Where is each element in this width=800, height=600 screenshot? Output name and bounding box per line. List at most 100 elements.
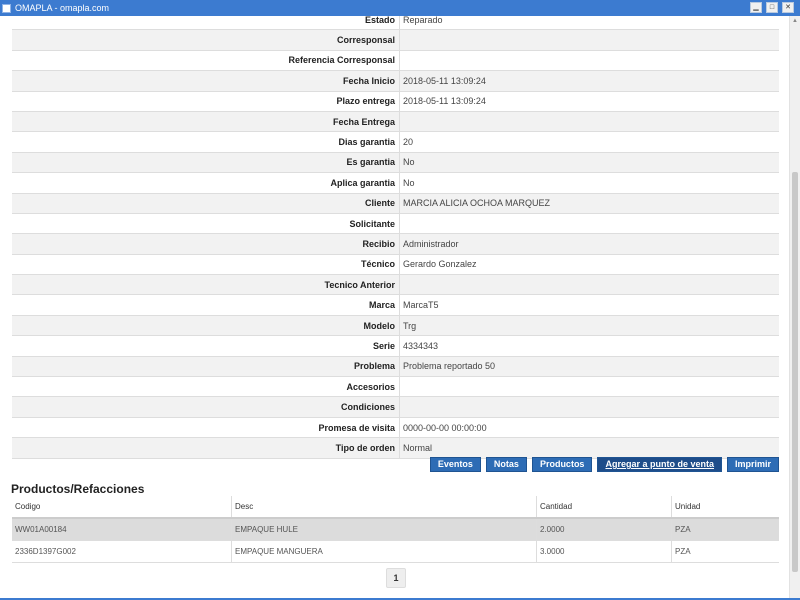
detail-row-problema: Problema Problema reportado 50	[12, 356, 779, 378]
notas-button[interactable]: Notas	[485, 457, 527, 472]
detail-value: Problema reportado 50	[399, 356, 779, 378]
detail-row-tecnico-anterior: Tecnico Anterior	[12, 274, 779, 296]
detail-value	[399, 376, 779, 398]
detail-row-fecha-inicio: Fecha Inicio 2018-05-11 13:09:24	[12, 70, 779, 92]
cell-unidad: PZA	[671, 518, 779, 541]
detail-row-promesa-de-visita: Promesa de visita 0000-00-00 00:00:00	[12, 417, 779, 439]
detail-value: MARCIA ALICIA OCHOA MARQUEZ	[399, 193, 779, 214]
detail-row-serie: Serie 4334343	[12, 335, 779, 357]
detail-value: Normal	[399, 437, 779, 459]
detail-row-estado: Estado Reparado	[12, 16, 779, 31]
agregar-punto-venta-button[interactable]: Agregar a punto de venta	[597, 457, 722, 472]
detail-label: Plazo entrega	[12, 91, 400, 112]
cell-codigo: 2336D1397G002	[12, 540, 232, 563]
detail-row-recibio: Recibio Administrador	[12, 233, 779, 255]
close-icon[interactable]: ✕	[782, 2, 794, 13]
detail-value: 4334343	[399, 335, 779, 357]
detail-value: 2018-05-11 13:09:24	[399, 91, 779, 112]
detail-row-referencia-corresponsal: Referencia Corresponsal	[12, 50, 779, 72]
detail-row-accesorios: Accesorios	[12, 376, 779, 398]
detail-label: Modelo	[12, 315, 400, 337]
detail-value	[399, 213, 779, 235]
column-header-cantidad[interactable]: Cantidad	[536, 496, 672, 519]
imprimir-button[interactable]: Imprimir	[726, 457, 779, 472]
detail-row-modelo: Modelo Trg	[12, 315, 779, 337]
detail-label: Cliente	[12, 193, 400, 214]
detail-row-corresponsal: Corresponsal	[12, 29, 779, 51]
app-icon	[2, 3, 11, 13]
detail-label: Problema	[12, 356, 400, 378]
detail-value: MarcaT5	[399, 294, 779, 316]
detail-label: Referencia Corresponsal	[12, 50, 400, 72]
detail-label: Fecha Entrega	[12, 111, 400, 133]
detail-value	[399, 396, 779, 418]
detail-label: Estado	[12, 16, 400, 31]
detail-value	[399, 29, 779, 51]
detail-value: 0000-00-00 00:00:00	[399, 417, 779, 439]
detail-label: Fecha Inicio	[12, 70, 400, 92]
window-titlebar: OMAPLA - omapla.com ▁ □ ✕	[0, 0, 800, 16]
detail-value	[399, 111, 779, 133]
detail-label: Solicitante	[12, 213, 400, 235]
detail-label: Accesorios	[12, 376, 400, 398]
detail-label: Tecnico Anterior	[12, 274, 400, 296]
column-header-desc[interactable]: Desc	[231, 496, 537, 519]
detail-row-solicitante: Solicitante	[12, 213, 779, 235]
eventos-button[interactable]: Eventos	[429, 457, 481, 472]
minimize-icon[interactable]: ▁	[750, 2, 762, 13]
detail-label: Promesa de visita	[12, 417, 400, 439]
cell-codigo: WW01A00184	[12, 518, 232, 541]
column-header-unidad[interactable]: Unidad	[671, 496, 779, 519]
detail-label: Corresponsal	[12, 29, 400, 51]
action-buttons: Eventos Notas Productos Agregar a punto …	[0, 457, 779, 472]
detail-value	[399, 50, 779, 72]
cell-desc: EMPAQUE HULE	[231, 518, 537, 541]
detail-label: Dias garantia	[12, 131, 400, 153]
window-title: OMAPLA - omapla.com	[15, 3, 110, 13]
detail-row-aplica-garantia: Aplica garantia No	[12, 172, 779, 194]
maximize-icon[interactable]: □	[766, 2, 778, 13]
detail-row-fecha-entrega: Fecha Entrega	[12, 111, 779, 133]
detail-value: No	[399, 152, 779, 174]
detail-label: Recibio	[12, 233, 400, 255]
detail-label: Es garantia	[12, 152, 400, 174]
table-row[interactable]: WW01A00184 EMPAQUE HULE 2.0000 PZA	[12, 518, 779, 541]
scroll-up-arrow-icon[interactable]: ▲	[790, 16, 800, 26]
productos-button[interactable]: Productos	[531, 457, 593, 472]
detail-value: Administrador	[399, 233, 779, 255]
column-header-codigo[interactable]: Codigo	[12, 496, 232, 519]
detail-value: Trg	[399, 315, 779, 337]
detail-value: 20	[399, 131, 779, 153]
detail-value: Reparado	[399, 16, 779, 31]
page-content: Estado Reparado Corresponsal Referencia C…	[0, 16, 789, 600]
scrollbar-thumb[interactable]	[792, 172, 798, 572]
cell-unidad: PZA	[671, 540, 779, 563]
order-details-table: Estado Reparado Corresponsal Referencia C…	[12, 16, 779, 459]
detail-label: Aplica garantia	[12, 172, 400, 194]
cell-cantidad: 2.0000	[536, 518, 672, 541]
detail-label: Técnico	[12, 254, 400, 276]
detail-label: Tipo de orden	[12, 437, 400, 459]
detail-label: Marca	[12, 294, 400, 316]
pagination-page-button[interactable]: 1	[386, 568, 406, 588]
products-table: Codigo Desc Cantidad Unidad WW01A00184 E…	[12, 496, 779, 563]
detail-value: No	[399, 172, 779, 194]
products-header-row: Codigo Desc Cantidad Unidad	[12, 496, 779, 519]
table-row[interactable]: 2336D1397G002 EMPAQUE MANGUERA 3.0000 PZ…	[12, 540, 779, 563]
detail-row-dias-garantia: Dias garantia 20	[12, 131, 779, 153]
cell-cantidad: 3.0000	[536, 540, 672, 563]
detail-row-condiciones: Condiciones	[12, 396, 779, 418]
cell-desc: EMPAQUE MANGUERA	[231, 540, 537, 563]
detail-row-cliente: Cliente MARCIA ALICIA OCHOA MARQUEZ	[12, 193, 779, 214]
detail-row-marca: Marca MarcaT5	[12, 294, 779, 316]
detail-row-tipo-de-orden: Tipo de orden Normal	[12, 437, 779, 459]
detail-value: 2018-05-11 13:09:24	[399, 70, 779, 92]
detail-label: Condiciones	[12, 396, 400, 418]
vertical-scrollbar[interactable]: ▲	[789, 16, 800, 600]
detail-row-plazo-entrega: Plazo entrega 2018-05-11 13:09:24	[12, 91, 779, 112]
products-section-title: Productos/Refacciones	[11, 482, 145, 496]
detail-row-tecnico: Técnico Gerardo Gonzalez	[12, 254, 779, 276]
detail-row-es-garantia: Es garantia No	[12, 152, 779, 174]
detail-label: Serie	[12, 335, 400, 357]
window-controls: ▁ □ ✕	[750, 2, 794, 13]
